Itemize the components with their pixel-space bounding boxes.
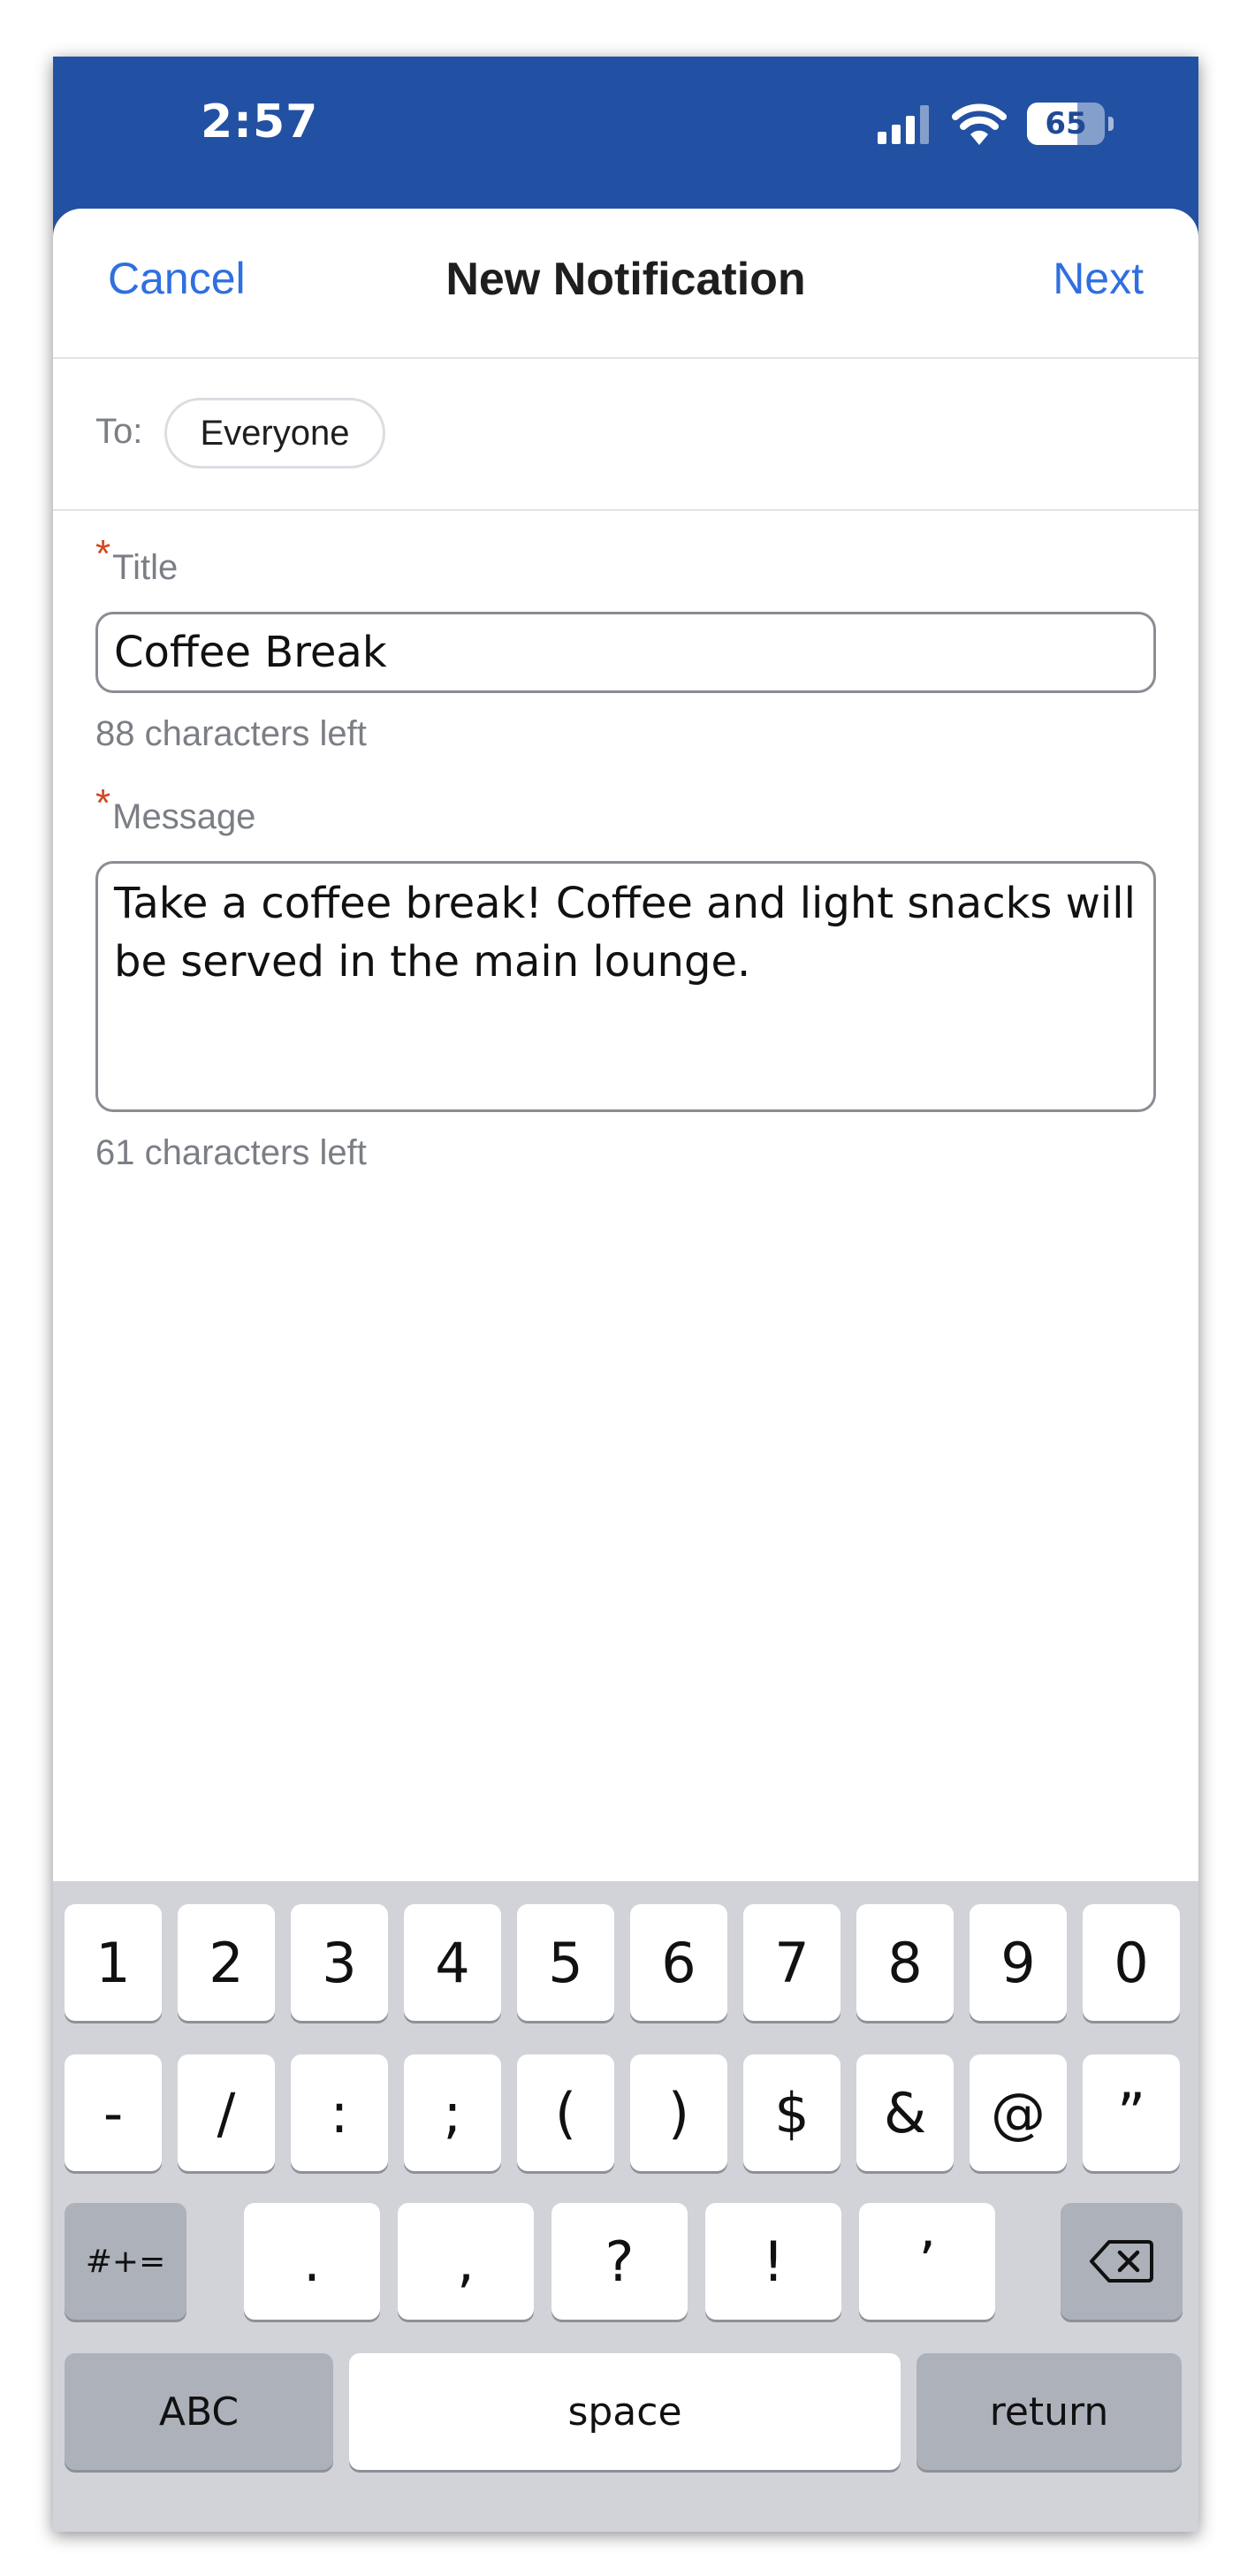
- key-comma[interactable]: ,: [398, 2203, 534, 2320]
- key-4[interactable]: 4: [404, 1904, 501, 2021]
- key-apostrophe[interactable]: ’: [859, 2203, 995, 2320]
- signal-icon: [878, 105, 929, 144]
- phone-screen: 2:57 65 Cancel New Notification Next To:…: [53, 57, 1198, 2532]
- key-at[interactable]: @: [970, 2054, 1067, 2171]
- key-space[interactable]: space: [349, 2353, 901, 2470]
- key-return[interactable]: return: [917, 2353, 1182, 2470]
- key-abc[interactable]: ABC: [65, 2353, 333, 2470]
- key-9[interactable]: 9: [970, 1904, 1067, 2021]
- key-0[interactable]: 0: [1083, 1904, 1180, 2021]
- key-1[interactable]: 1: [65, 1904, 162, 2021]
- nav-bar: Cancel New Notification Next: [53, 209, 1198, 359]
- key-question[interactable]: ?: [551, 2203, 688, 2320]
- key-exclamation[interactable]: !: [705, 2203, 841, 2320]
- key-hyphen[interactable]: -: [65, 2054, 162, 2171]
- keyboard: 1 2 3 4 5 6 7 8 9 0 - / : ; ( ) $ & @ ” …: [53, 1881, 1198, 2532]
- battery-icon: 65: [1027, 103, 1114, 145]
- key-dollar[interactable]: $: [743, 2054, 840, 2171]
- title-input[interactable]: Coffee Break: [95, 612, 1156, 693]
- notification-sheet: Cancel New Notification Next To: Everyon…: [53, 209, 1198, 2532]
- page-title: New Notification: [445, 254, 806, 305]
- key-slash[interactable]: /: [178, 2054, 275, 2171]
- required-mark: *: [95, 532, 111, 575]
- wifi-icon: [952, 103, 1007, 145]
- key-period[interactable]: .: [244, 2203, 380, 2320]
- status-bar: 2:57 65: [53, 57, 1198, 209]
- title-label: *Title: [95, 532, 179, 589]
- battery-percent: 65: [1045, 106, 1087, 141]
- battery-cap: [1108, 117, 1114, 131]
- message-input[interactable]: Take a coffee break! Coffee and light sn…: [95, 861, 1156, 1112]
- recipient-label: To:: [95, 412, 143, 451]
- title-label-text: Title: [112, 548, 179, 587]
- backspace-icon: [1090, 2240, 1153, 2283]
- key-colon[interactable]: :: [291, 2054, 388, 2171]
- next-button[interactable]: Next: [1053, 253, 1144, 304]
- title-char-counter: 88 characters left: [95, 714, 367, 753]
- key-8[interactable]: 8: [856, 1904, 954, 2021]
- message-char-counter: 61 characters left: [95, 1133, 367, 1172]
- message-label: *Message: [95, 781, 256, 838]
- key-quote[interactable]: ”: [1083, 2054, 1180, 2171]
- key-2[interactable]: 2: [178, 1904, 275, 2021]
- message-label-text: Message: [112, 797, 256, 836]
- key-open-paren[interactable]: (: [517, 2054, 614, 2171]
- key-3[interactable]: 3: [291, 1904, 388, 2021]
- key-5[interactable]: 5: [517, 1904, 614, 2021]
- recipient-chip-everyone[interactable]: Everyone: [164, 398, 385, 469]
- key-6[interactable]: 6: [630, 1904, 727, 2021]
- status-time: 2:57: [201, 95, 319, 149]
- key-close-paren[interactable]: ): [630, 2054, 727, 2171]
- key-7[interactable]: 7: [743, 1904, 840, 2021]
- key-semicolon[interactable]: ;: [404, 2054, 501, 2171]
- key-ampersand[interactable]: &: [856, 2054, 954, 2171]
- key-symbols[interactable]: #+=: [65, 2203, 186, 2320]
- recipient-row: To: Everyone: [53, 359, 1198, 511]
- required-mark: *: [95, 781, 111, 825]
- backspace-key[interactable]: [1061, 2203, 1183, 2320]
